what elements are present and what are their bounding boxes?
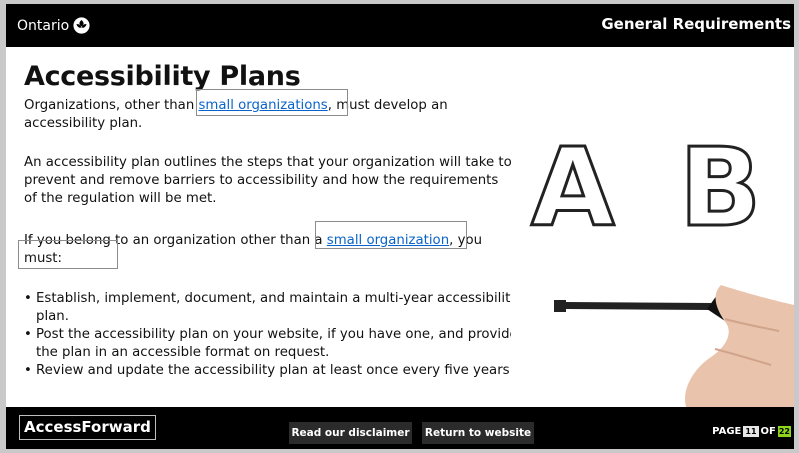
requirements-list: Establish, implement, document, and main… xyxy=(24,290,524,381)
list-item: Review and update the accessibility plan… xyxy=(24,362,524,380)
section-title: General Requirements xyxy=(601,15,791,33)
trillium-logo-icon xyxy=(73,17,90,34)
ontario-brand: Ontario xyxy=(17,17,90,34)
total-pages-badge: 22 xyxy=(777,426,791,437)
page-label: PAGE xyxy=(712,426,742,437)
page-title: Accessibility Plans xyxy=(24,61,301,92)
bottom-bar: AccessForward Read our disclaimer Return… xyxy=(6,407,794,449)
text-selection-outline xyxy=(18,240,118,269)
intro-text-start: Organizations, other than xyxy=(24,98,199,113)
line-start-marker xyxy=(554,300,566,312)
ontario-wordmark: Ontario xyxy=(17,17,70,34)
link-focus-outline xyxy=(196,89,348,116)
link-focus-outline-2 xyxy=(315,221,467,249)
description-paragraph: An accessibility plan outlines the steps… xyxy=(24,155,512,206)
page-indicator: PAGE 11 OF 22 xyxy=(712,426,791,437)
page-of-label: OF xyxy=(760,426,776,437)
accessforward-logo: AccessForward xyxy=(19,415,156,440)
top-bar: Ontario General Requirements xyxy=(6,4,794,47)
content-area: Accessibility Plans Organizations, other… xyxy=(6,47,794,407)
read-disclaimer-button[interactable]: Read our disclaimer xyxy=(289,422,412,444)
current-page-input[interactable]: 11 xyxy=(743,426,759,437)
return-to-website-button[interactable]: Return to website xyxy=(422,422,534,444)
list-item: Establish, implement, document, and main… xyxy=(24,290,524,325)
list-item: Post the accessibility plan on your webs… xyxy=(24,326,524,361)
ab-illustration: A B xyxy=(511,95,794,407)
letter-a: A xyxy=(531,126,615,251)
drawn-line xyxy=(566,302,711,310)
letter-b: B xyxy=(679,126,761,251)
